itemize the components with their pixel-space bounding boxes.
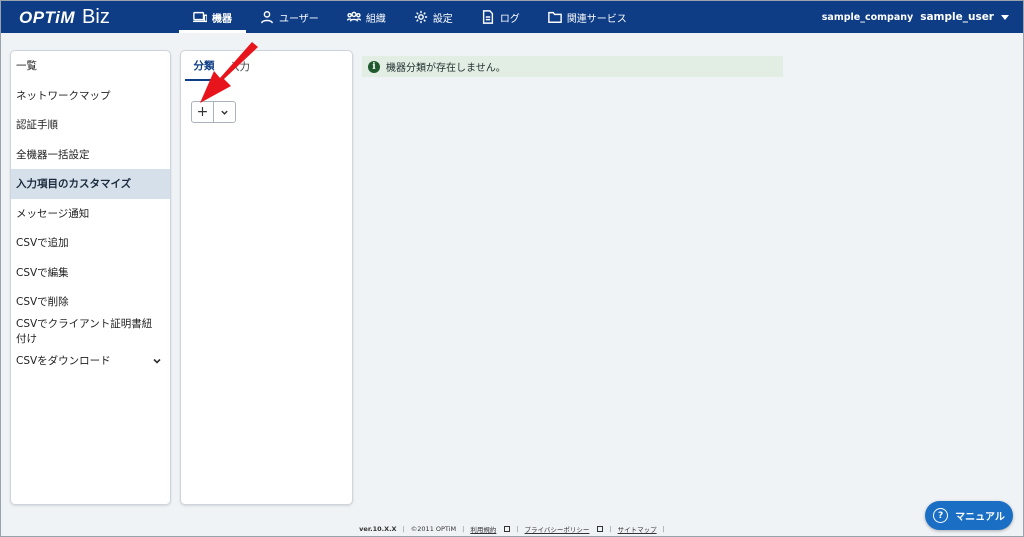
nav-logs[interactable]: ログ bbox=[467, 1, 534, 33]
nav-related-services-label: 関連サービス bbox=[566, 13, 627, 25]
group-icon bbox=[346, 11, 361, 22]
annotation-arrow-icon bbox=[200, 42, 258, 103]
sidebar-item-label: メッセージ通知 bbox=[16, 207, 90, 220]
alert-message: 機器分類が存在しません。 bbox=[386, 63, 506, 74]
sidebar-menu: 一覧 ネットワークマップ 認証手順 全機器一括設定 入力項目のカスタマイズ メッ… bbox=[10, 50, 171, 505]
footer-separator: | bbox=[609, 525, 612, 533]
chevron-down-icon bbox=[221, 110, 228, 115]
main-nav: 機器 ユーザー 組織 設定 ログ 関連サービス bbox=[179, 1, 641, 33]
logo-main-text: OPTiM bbox=[19, 8, 76, 27]
terms-link[interactable]: 利用規約 bbox=[470, 524, 496, 534]
sidebar-item-network-map[interactable]: ネットワークマップ bbox=[11, 81, 170, 111]
logo-sub-text: Biz bbox=[82, 6, 110, 28]
sidebar-item-label: 一覧 bbox=[16, 60, 37, 73]
account-menu[interactable]: sample_company sample_user bbox=[822, 1, 1009, 33]
nav-devices-label: 機器 bbox=[212, 13, 232, 25]
sidebar-item-label: CSVで追加 bbox=[16, 237, 69, 250]
chevron-down-icon bbox=[153, 358, 161, 364]
help-icon: ? bbox=[933, 508, 949, 523]
info-icon: i bbox=[368, 60, 380, 73]
sidebar-item-csv-delete[interactable]: CSVで削除 bbox=[11, 287, 170, 317]
sidebar-item-bulk-settings[interactable]: 全機器一括設定 bbox=[11, 140, 170, 170]
nav-settings-label: 設定 bbox=[432, 13, 453, 25]
manual-button-label: マニュアル bbox=[955, 512, 1005, 523]
sidebar-item-csv-add[interactable]: CSVで追加 bbox=[11, 228, 170, 258]
sidebar-item-label: 認証手順 bbox=[16, 119, 58, 132]
company-name: sample_company bbox=[821, 11, 914, 23]
sidebar-item-label: 全機器一括設定 bbox=[16, 148, 90, 161]
sidebar-item-label: CSVをダウンロード bbox=[16, 355, 111, 368]
sidebar-item-message-notification[interactable]: メッセージ通知 bbox=[11, 199, 170, 229]
device-icon bbox=[193, 11, 207, 23]
footer-separator: | bbox=[516, 525, 519, 533]
footer-separator: | bbox=[662, 525, 665, 533]
folder-icon bbox=[547, 11, 562, 23]
user-name: sample_user bbox=[920, 11, 994, 23]
sidebar-item-csv-client-cert[interactable]: CSVでクライアント証明書紐付け bbox=[11, 317, 170, 347]
caret-down-icon bbox=[1001, 14, 1009, 20]
nav-organizations-label: 組織 bbox=[365, 13, 386, 25]
nav-users-label: ユーザー bbox=[279, 13, 319, 25]
category-panel: 分類 入力 + bbox=[180, 50, 353, 505]
plus-icon: + bbox=[196, 104, 209, 120]
sidebar-item-csv-edit[interactable]: CSVで編集 bbox=[11, 258, 170, 288]
privacy-policy-link[interactable]: プライバシーポリシー bbox=[525, 524, 590, 534]
nav-related-services[interactable]: 関連サービス bbox=[534, 1, 641, 33]
sidebar-item-label: 入力項目のカスタマイズ bbox=[16, 178, 132, 191]
footer-separator: | bbox=[402, 525, 405, 533]
info-alert: i 機器分類が存在しません。 bbox=[362, 56, 783, 77]
top-navigation-bar: OPTiM Biz 機器 ユーザー 組織 設定 ログ 関連サービス sample… bbox=[1, 1, 1023, 33]
nav-settings[interactable]: 設定 bbox=[400, 1, 467, 33]
sidebar-item-label: CSVで削除 bbox=[16, 296, 69, 309]
version-text: ver.10.X.X bbox=[359, 525, 397, 533]
sidebar-item-list[interactable]: 一覧 bbox=[11, 51, 170, 81]
sidebar-item-auth-procedure[interactable]: 認証手順 bbox=[11, 110, 170, 140]
copyright-text: ©2011 OPTiM bbox=[410, 525, 457, 533]
user-icon bbox=[261, 11, 273, 24]
optim-biz-logo[interactable]: OPTiM Biz bbox=[19, 6, 110, 28]
external-link-icon bbox=[597, 526, 604, 532]
page-footer: ver.10.X.X | ©2011 OPTiM | 利用規約 | プライバシー… bbox=[1, 522, 1023, 536]
nav-users[interactable]: ユーザー bbox=[246, 1, 333, 33]
nav-devices[interactable]: 機器 bbox=[179, 1, 246, 33]
gear-icon bbox=[414, 10, 427, 24]
manual-button[interactable]: ? マニュアル bbox=[925, 501, 1013, 530]
sidebar-item-label: CSVで編集 bbox=[16, 266, 69, 279]
external-link-icon bbox=[504, 526, 511, 532]
footer-separator: | bbox=[462, 525, 465, 533]
sidebar-item-label: ネットワークマップ bbox=[16, 89, 111, 102]
nav-organizations[interactable]: 組織 bbox=[333, 1, 400, 33]
sidebar-item-csv-download[interactable]: CSVをダウンロード bbox=[11, 346, 170, 376]
sidebar-item-customize-fields[interactable]: 入力項目のカスタマイズ bbox=[11, 169, 170, 199]
sitemap-link[interactable]: サイトマップ bbox=[618, 524, 657, 534]
document-icon bbox=[482, 10, 493, 24]
sidebar-item-label: CSVでクライアント証明書紐付け bbox=[16, 318, 153, 346]
nav-logs-label: ログ bbox=[499, 13, 520, 25]
